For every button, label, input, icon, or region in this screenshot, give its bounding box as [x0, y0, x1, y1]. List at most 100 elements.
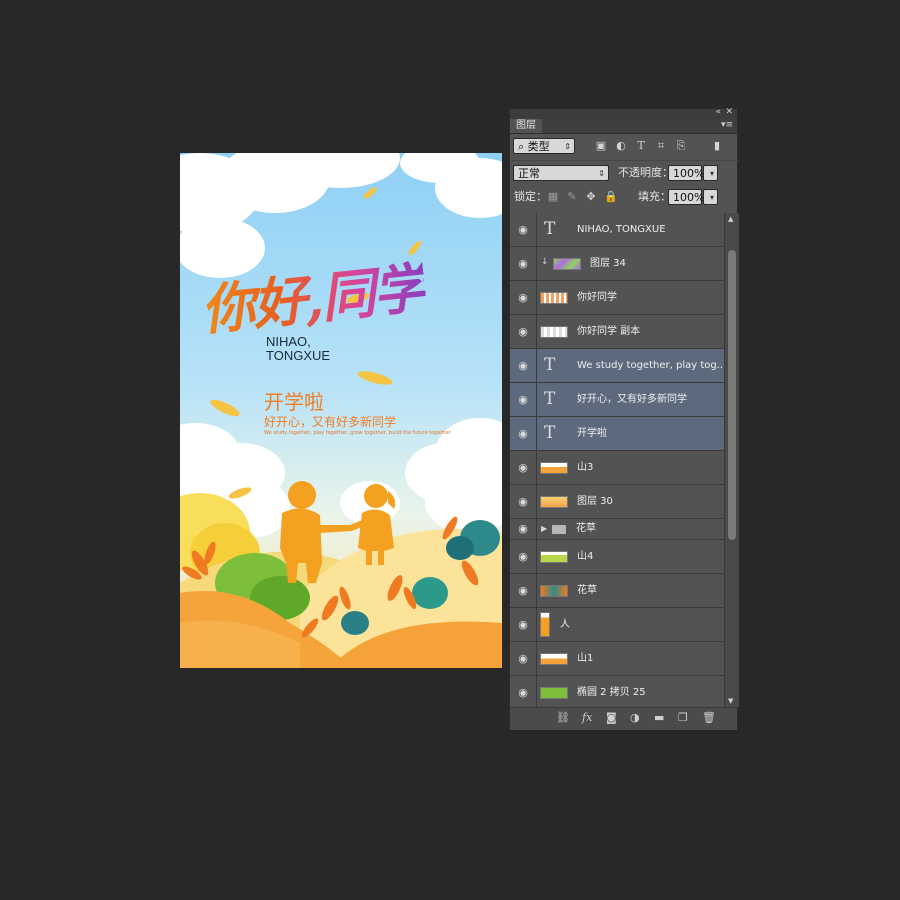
- fill-label: 填充：: [638, 190, 671, 203]
- scroll-down-icon[interactable]: ▼: [728, 697, 733, 705]
- layer-name: 开学啦: [577, 428, 607, 439]
- fx-icon[interactable]: fx: [582, 711, 592, 724]
- layer-thumbnail: [540, 292, 568, 304]
- new-group-icon[interactable]: ▬: [654, 711, 664, 724]
- layer-name: 椭圆 2 拷贝 25: [577, 687, 646, 698]
- type-filter-icon[interactable]: T: [634, 138, 648, 154]
- scroll-up-icon[interactable]: ▲: [728, 215, 733, 223]
- visibility-eye-icon[interactable]: ◉: [510, 451, 537, 484]
- shape-filter-icon[interactable]: ⌗: [654, 138, 668, 154]
- fill-input[interactable]: 100%: [668, 189, 704, 205]
- visibility-eye-icon[interactable]: ◉: [510, 519, 537, 539]
- blend-mode-select[interactable]: 正常 ⇕: [513, 165, 609, 181]
- layer-row[interactable]: ◉ T We study together, play tog...: [510, 349, 724, 383]
- layer-thumbnail: [540, 612, 550, 637]
- visibility-eye-icon[interactable]: ◉: [510, 485, 537, 518]
- layer-row[interactable]: ◉ 花草: [510, 574, 724, 608]
- visibility-eye-icon[interactable]: ◉: [510, 574, 537, 607]
- layer-row[interactable]: ◉ 山4: [510, 540, 724, 574]
- clipping-arrow-icon: ↓: [541, 257, 549, 267]
- visibility-eye-icon[interactable]: ◉: [510, 213, 537, 246]
- lock-transparency-icon[interactable]: ▦: [546, 189, 560, 205]
- layer-row[interactable]: ◉ 人: [510, 608, 724, 642]
- toggle-filter-icon[interactable]: ▮: [710, 138, 724, 154]
- layer-row[interactable]: ◉ T 好开心，又有好多新同学: [510, 383, 724, 417]
- poster-artwork: [180, 153, 502, 668]
- filter-kind-select[interactable]: ⌕ 类型 ⇕: [513, 138, 575, 154]
- layer-row[interactable]: ◉ 你好同学 副本: [510, 315, 724, 349]
- lock-pixels-icon[interactable]: ✎: [565, 189, 579, 205]
- layers-panel: « ✕ 图层 ▾≡ ⌕ 类型 ⇕ ▣ ◐ T ⌗ ⎘ ▮ 正常 ⇕ 不透明度： …: [509, 107, 739, 730]
- panel-bottom-toolbar: ⛓ fx ◙ ◑ ▬ ❐ 🗑: [510, 707, 737, 730]
- new-adjustment-icon[interactable]: ◑: [630, 711, 640, 724]
- visibility-eye-icon[interactable]: ◉: [510, 676, 537, 707]
- poster-tagline: 好开心，又有好多新同学: [264, 415, 397, 429]
- layers-list: ◉ T NIHAO, TONGXUE ◉ ↓ 图层 34 ◉ 你好同学 ◉ 你好…: [510, 213, 724, 707]
- visibility-eye-icon[interactable]: ◉: [510, 417, 537, 450]
- layer-name: 图层 34: [590, 258, 626, 269]
- layer-name: 山3: [577, 462, 594, 473]
- visibility-eye-icon[interactable]: ◉: [510, 315, 537, 348]
- layer-row[interactable]: ◉ 山3: [510, 451, 724, 485]
- opacity-input[interactable]: 100%: [668, 165, 705, 181]
- text-layer-icon: T: [544, 355, 556, 375]
- image-filter-icon[interactable]: ▣: [594, 138, 608, 154]
- layer-row[interactable]: ◉ T NIHAO, TONGXUE: [510, 213, 724, 247]
- visibility-eye-icon[interactable]: ◉: [510, 608, 537, 641]
- layer-thumbnail: [540, 496, 568, 508]
- lock-all-icon[interactable]: 🔒: [604, 189, 618, 205]
- opacity-value: 100%: [673, 167, 705, 180]
- blend-row: 正常 ⇕ 不透明度： 100% ▾: [510, 160, 739, 186]
- layer-thumbnail: [553, 258, 581, 270]
- layer-name: 你好同学: [577, 292, 617, 303]
- poster-canvas: 你好,同学 NIHAO, TONGXUE 开学啦 好开心，又有好多新同学 We …: [180, 153, 502, 668]
- fill-dropdown[interactable]: ▾: [703, 189, 718, 205]
- layer-group-row[interactable]: ◉ ▶ 花草: [510, 519, 724, 540]
- layer-name: 花草: [576, 523, 596, 534]
- opacity-label: 不透明度：: [618, 166, 673, 179]
- visibility-eye-icon[interactable]: ◉: [510, 349, 537, 382]
- visibility-eye-icon[interactable]: ◉: [510, 383, 537, 416]
- expand-triangle-icon[interactable]: ▶: [541, 524, 547, 533]
- layer-row[interactable]: ◉ 椭圆 2 拷贝 25: [510, 676, 724, 707]
- layer-thumbnail: [540, 462, 568, 474]
- link-layers-icon[interactable]: ⛓: [556, 711, 570, 724]
- visibility-eye-icon[interactable]: ◉: [510, 540, 537, 573]
- double-chevron-icon[interactable]: «: [715, 107, 721, 117]
- new-layer-icon[interactable]: ❐: [678, 711, 688, 724]
- blend-mode-value: 正常: [518, 167, 540, 180]
- layer-name: We study together, play tog...: [577, 360, 724, 371]
- opacity-dropdown[interactable]: ▾: [703, 165, 718, 181]
- scrollbar-thumb[interactable]: [728, 250, 736, 540]
- panel-tabbar: 图层 ▾≡: [510, 119, 737, 134]
- panel-titlebar: « ✕: [510, 107, 737, 119]
- adjustment-filter-icon[interactable]: ◐: [614, 138, 628, 154]
- visibility-eye-icon[interactable]: ◉: [510, 281, 537, 314]
- visibility-eye-icon[interactable]: ◉: [510, 247, 537, 280]
- poster-title-en-line1: NIHAO,: [266, 334, 311, 349]
- poster-small-text: We study together, play together, grow t…: [264, 430, 451, 436]
- panel-menu-icon[interactable]: ▾≡: [721, 120, 733, 130]
- layer-name: 花草: [577, 585, 597, 596]
- tab-layers[interactable]: 图层: [510, 119, 542, 133]
- filter-row: ⌕ 类型 ⇕ ▣ ◐ T ⌗ ⎘ ▮: [510, 135, 739, 160]
- layer-row[interactable]: ◉ 你好同学: [510, 281, 724, 315]
- lock-position-icon[interactable]: ✥: [584, 189, 598, 205]
- smart-object-filter-icon[interactable]: ⎘: [674, 138, 688, 154]
- delete-layer-icon[interactable]: 🗑: [702, 711, 716, 724]
- close-icon[interactable]: ✕: [725, 107, 733, 117]
- layer-thumbnail: [540, 585, 568, 597]
- add-mask-icon[interactable]: ◙: [606, 711, 617, 724]
- layer-row[interactable]: ◉ ↓ 图层 34: [510, 247, 724, 281]
- poster-title-en-line2: TONGXUE: [266, 348, 331, 363]
- updown-arrow-icon: ⇕: [598, 169, 605, 178]
- layers-scrollbar[interactable]: ▲ ▼: [724, 213, 739, 707]
- search-icon: ⌕: [518, 140, 525, 153]
- layer-row[interactable]: ◉ T 开学啦: [510, 417, 724, 451]
- lock-label: 锁定：: [514, 190, 547, 203]
- visibility-eye-icon[interactable]: ◉: [510, 642, 537, 675]
- layer-row[interactable]: ◉ 山1: [510, 642, 724, 676]
- folder-icon: [552, 525, 566, 534]
- text-layer-icon: T: [544, 389, 556, 409]
- layer-row[interactable]: ◉ 图层 30: [510, 485, 724, 519]
